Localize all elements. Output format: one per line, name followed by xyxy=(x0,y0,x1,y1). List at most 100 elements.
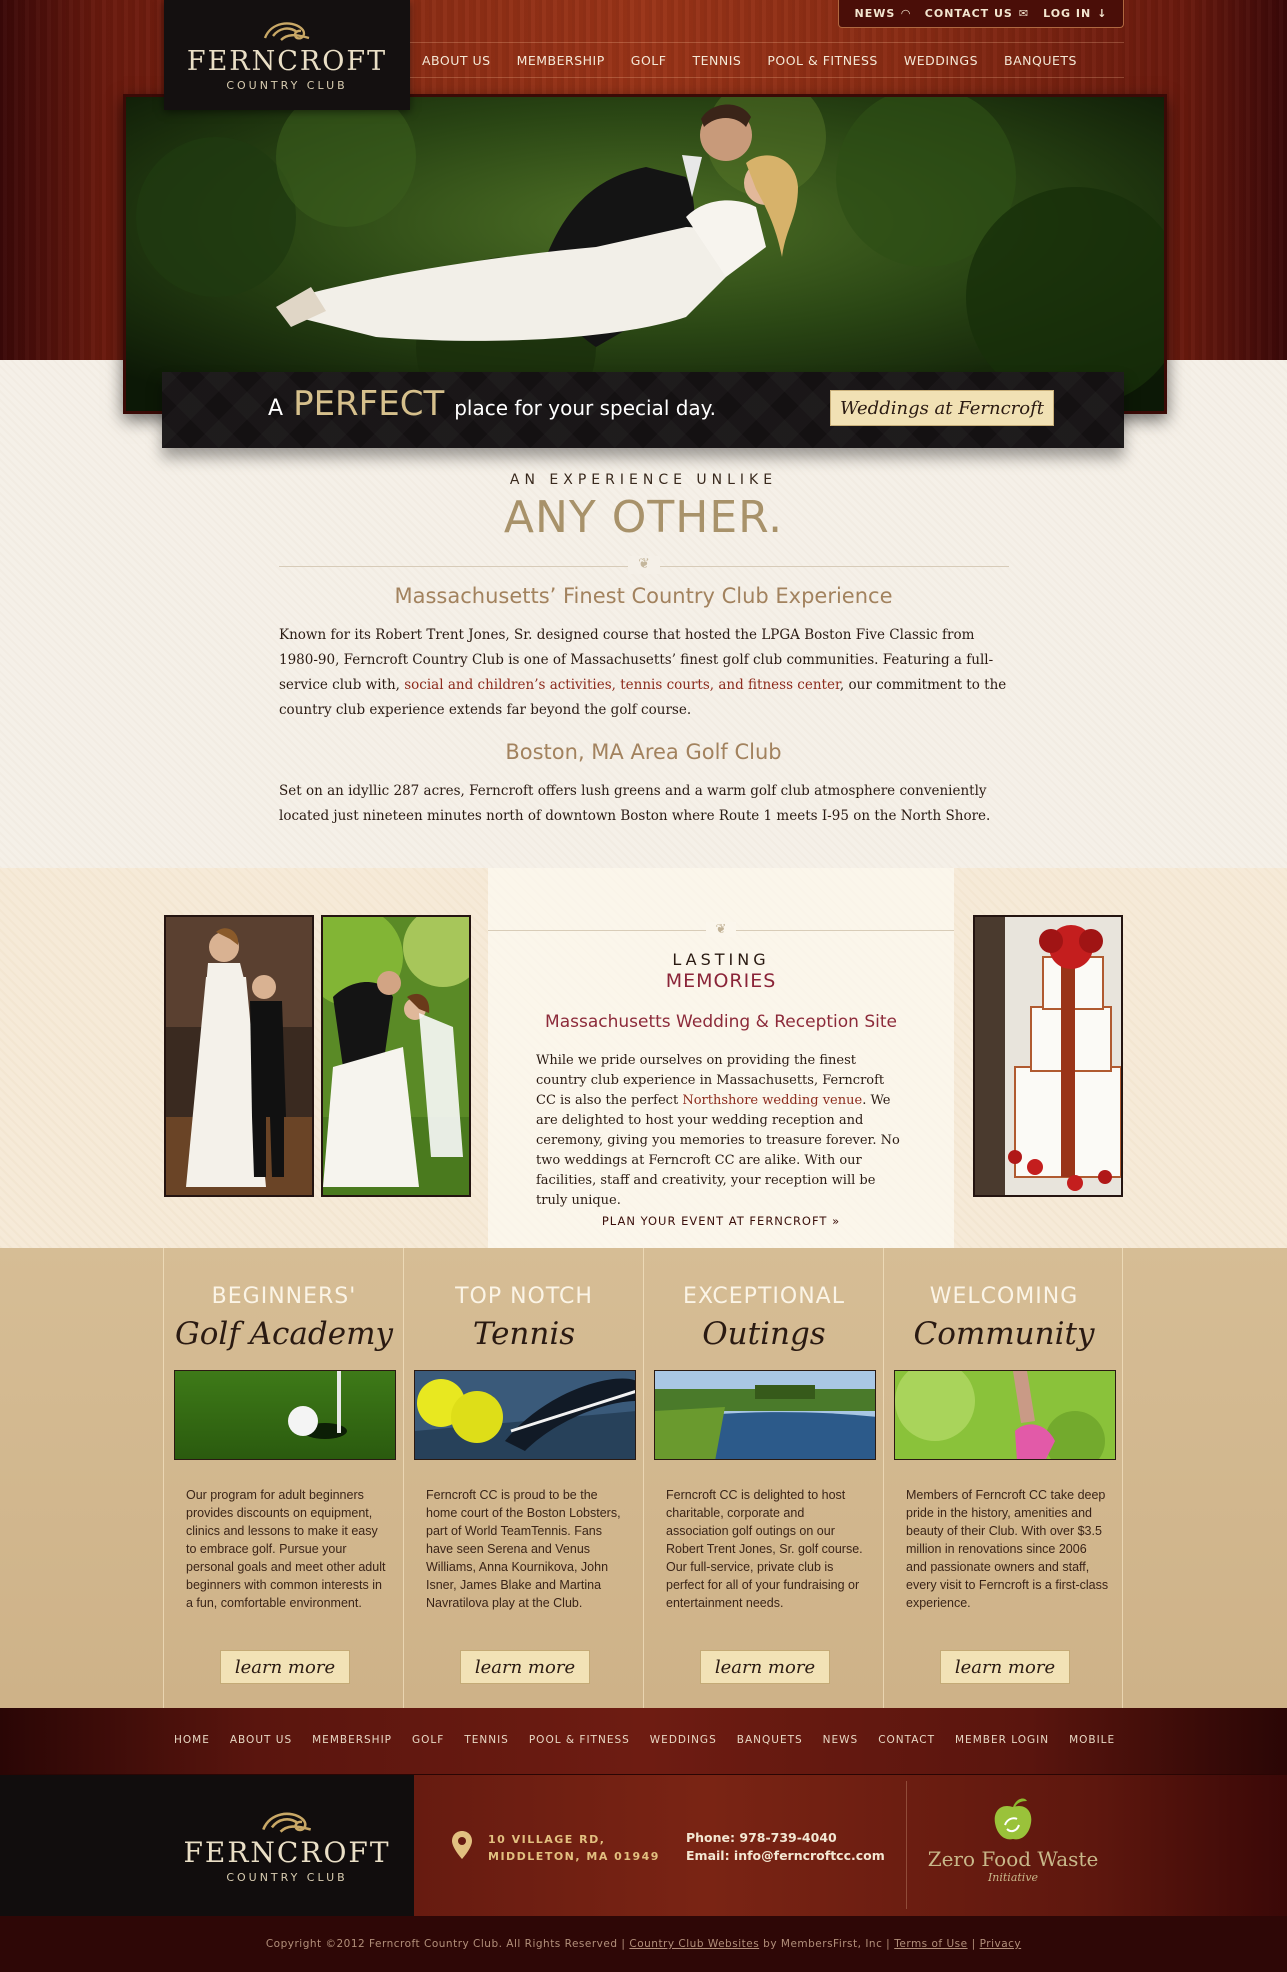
arrow-down-icon: ↓ xyxy=(1097,7,1108,20)
couple-dip-photo xyxy=(321,915,471,1197)
copyright-text: Copyright ©2012 Ferncroft Country Club. … xyxy=(265,1938,626,1950)
footer-phone[interactable]: Phone: 978-739-4040 xyxy=(686,1829,885,1847)
feature-tennis: TOP NOTCH Tennis Ferncroft CC is proud t… xyxy=(403,1248,643,1708)
memories-title: MEMORIES xyxy=(665,970,777,992)
wedding-venue-link[interactable]: Northshore wedding venue xyxy=(682,1093,862,1108)
footer-nav-contact[interactable]: CONTACT xyxy=(878,1734,935,1746)
logo-sub: Country Club xyxy=(226,1871,348,1884)
zfw-subtitle: Initiative xyxy=(987,1871,1039,1884)
intro-paragraph-1: Known for its Robert Trent Jones, Sr. de… xyxy=(279,627,1007,718)
footer-address: 10 VILLAGE RD, MIDDLETON, MA 01949 xyxy=(488,1833,660,1863)
golf-ball-photo xyxy=(174,1370,396,1460)
footer-nav: HOME ABOUT US MEMBERSHIP GOLF TENNIS POO… xyxy=(0,1708,1287,1774)
feature-title: Golf Academy xyxy=(175,1316,393,1352)
footer-nav-about-us[interactable]: ABOUT US xyxy=(230,1734,292,1746)
country-club-websites-link[interactable]: Country Club Websites xyxy=(629,1938,759,1950)
learn-more-button[interactable]: learn more xyxy=(940,1650,1070,1684)
copyright-bar: Copyright ©2012 Ferncroft Country Club. … xyxy=(0,1916,1287,1972)
intro-kicker: AN EXPERIENCE UNLIKE xyxy=(509,472,778,488)
zfw-title: Zero Food Waste xyxy=(927,1847,1099,1871)
feature-golf-academy: BEGINNERS' Golf Academy Our program for … xyxy=(163,1248,403,1708)
footer-nav-banquets[interactable]: BANQUETS xyxy=(737,1734,803,1746)
learn-more-button[interactable]: learn more xyxy=(460,1650,590,1684)
nav-tennis[interactable]: TENNIS xyxy=(692,53,741,68)
footer-divider xyxy=(906,1781,907,1909)
intro-headline: ANY OTHER. xyxy=(503,492,784,543)
feature-description: Members of Ferncroft CC take deep pride … xyxy=(906,1488,1109,1610)
footer-nav-pool-fitness[interactable]: POOL & FITNESS xyxy=(529,1734,630,1746)
util-news[interactable]: NEWS ◠ xyxy=(855,7,911,20)
feature-description: Ferncroft CC is proud to be the home cou… xyxy=(426,1488,621,1610)
terms-of-use-link[interactable]: Terms of Use xyxy=(894,1938,967,1950)
footer-nav-member-login[interactable]: MEMBER LOGIN xyxy=(955,1734,1049,1746)
footer-nav-tennis[interactable]: TENNIS xyxy=(464,1734,509,1746)
learn-more-button[interactable]: learn more xyxy=(220,1650,350,1684)
feature-outings: EXCEPTIONAL Outings Ferncroft CC is deli… xyxy=(643,1248,883,1708)
feature-kicker: BEGINNERS' xyxy=(211,1284,357,1309)
intro-paragraph-2: Set on an idyllic 287 acres, Ferncroft o… xyxy=(279,783,991,824)
nav-golf[interactable]: GOLF xyxy=(631,53,667,68)
banner-a: A xyxy=(268,396,284,421)
flourish-icon xyxy=(263,22,310,41)
feature-description: Our program for adult beginners provides… xyxy=(186,1488,386,1610)
amenities-link[interactable]: social and children’s activities, tennis… xyxy=(404,677,840,693)
logo[interactable]: Ferncroft Country Club xyxy=(164,0,410,110)
main-nav: ABOUT US MEMBERSHIP GOLF TENNIS POOL & F… xyxy=(410,42,1124,78)
footer-nav-news[interactable]: NEWS xyxy=(823,1734,859,1746)
footer-nav-weddings[interactable]: WEDDINGS xyxy=(650,1734,717,1746)
feature-kicker: EXCEPTIONAL xyxy=(683,1284,845,1309)
nav-weddings[interactable]: WEDDINGS xyxy=(904,53,978,68)
footer-nav-membership[interactable]: MEMBERSHIP xyxy=(312,1734,392,1746)
nav-about-us[interactable]: ABOUT US xyxy=(422,53,491,68)
footer-nav-golf[interactable]: GOLF xyxy=(412,1734,444,1746)
privacy-link[interactable]: Privacy xyxy=(980,1938,1022,1950)
plan-event-link[interactable]: PLAN YOUR EVENT AT FERNCROFT » xyxy=(488,1214,954,1228)
nav-banquets[interactable]: BANQUETS xyxy=(1004,53,1077,68)
rss-icon: ◠ xyxy=(901,7,911,20)
footer-nav-home[interactable]: HOME xyxy=(174,1734,210,1746)
promo-banner: A PERFECT place for your special day. We… xyxy=(162,372,1124,448)
logo-name: Ferncroft xyxy=(183,1836,391,1869)
feature-description: Ferncroft CC is delighted to host charit… xyxy=(666,1488,863,1610)
bride-dancing-photo xyxy=(164,915,314,1197)
footer-main: Ferncroft Country Club 10 VILLAGE RD, MI… xyxy=(0,1774,1287,1917)
memories-kicker: LASTING xyxy=(672,950,770,969)
map-pin-icon xyxy=(452,1831,472,1859)
logo-name: Ferncroft xyxy=(186,46,388,77)
learn-more-button[interactable]: learn more xyxy=(700,1650,830,1684)
apple-recycle-icon xyxy=(994,1798,1032,1840)
intro-heading-1: Massachusetts’ Finest Country Club Exper… xyxy=(394,584,893,608)
banner-tagline: A PERFECT place for your special day. xyxy=(268,384,716,424)
wedding-cake-photo xyxy=(973,915,1123,1197)
zero-food-waste-badge[interactable]: Zero Food Waste Initiative xyxy=(920,1795,1106,1884)
flourish-icon xyxy=(262,1812,312,1833)
util-login[interactable]: LOG IN ↓ xyxy=(1043,7,1107,20)
feature-community: WELCOMING Community Members of Ferncroft… xyxy=(883,1248,1123,1708)
banner-perfect: PERFECT xyxy=(293,384,445,424)
memories-heading: Massachusetts Wedding & Reception Site xyxy=(545,1012,897,1032)
footer-email[interactable]: Email: info@ferncroftcc.com xyxy=(686,1847,885,1865)
features-grid: BEGINNERS' Golf Academy Our program for … xyxy=(163,1248,1124,1708)
logo-sub: Country Club xyxy=(226,79,348,92)
feature-kicker: WELCOMING xyxy=(929,1284,1079,1309)
footer-nav-mobile[interactable]: MOBILE xyxy=(1069,1734,1115,1746)
utility-nav: NEWS ◠ CONTACT US ✉ LOG IN ↓ xyxy=(838,0,1124,28)
holding-hands-photo xyxy=(894,1370,1116,1460)
golf-pond-photo xyxy=(654,1370,876,1460)
banner-rest: place for your special day. xyxy=(454,396,717,420)
hero-image xyxy=(123,94,1167,414)
memories-paragraph: While we pride ourselves on providing th… xyxy=(536,1053,900,1208)
nav-membership[interactable]: MEMBERSHIP xyxy=(517,53,605,68)
ornament-icon: ❦ xyxy=(706,922,736,937)
feature-title: Tennis xyxy=(472,1316,576,1352)
util-contact[interactable]: CONTACT US ✉ xyxy=(925,7,1029,20)
tennis-balls-photo xyxy=(414,1370,636,1460)
ornament-icon: ❦ xyxy=(628,556,660,574)
weddings-button[interactable]: Weddings at Ferncroft xyxy=(830,390,1054,426)
footer-contact: Phone: 978-739-4040 Email: info@ferncrof… xyxy=(686,1829,885,1865)
intro-heading-2: Boston, MA Area Golf Club xyxy=(505,740,782,764)
nav-pool-fitness[interactable]: POOL & FITNESS xyxy=(767,53,878,68)
feature-kicker: TOP NOTCH xyxy=(455,1284,593,1309)
footer-logo[interactable]: Ferncroft Country Club xyxy=(0,1775,414,1917)
features-section: BEGINNERS' Golf Academy Our program for … xyxy=(0,1248,1287,1708)
